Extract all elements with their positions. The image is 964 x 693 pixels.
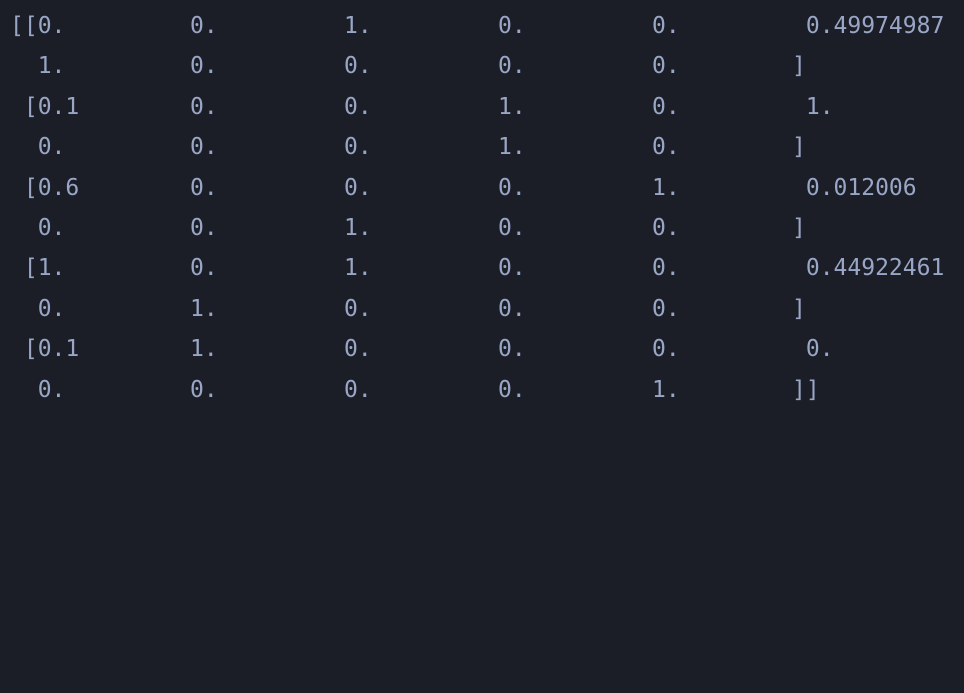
- output-cell: 1.: [652, 174, 680, 201]
- output-cell: 0.: [344, 53, 372, 80]
- output-cell: 0.: [498, 53, 526, 80]
- output-cell: [0.6: [10, 174, 80, 201]
- output-cell: 1.: [344, 13, 372, 39]
- output-cell: ]: [792, 214, 806, 241]
- output-cell: 0.: [652, 13, 680, 39]
- output-cell: 0.: [10, 295, 66, 322]
- output-cell: 1.: [190, 336, 218, 363]
- output-cell: 0.: [190, 214, 218, 241]
- output-line: [1. 0. 1. 0. 0. 0.44922461: [10, 248, 960, 288]
- output-cell: 0.: [344, 134, 372, 161]
- output-cell: 1.: [498, 93, 526, 120]
- output-cell: 1.: [344, 255, 372, 282]
- output-line: 0. 0. 0. 0. 1. ]]: [10, 370, 960, 410]
- output-line: [[0. 0. 1. 0. 0. 0.49974987: [10, 6, 960, 46]
- output-cell: 1.: [792, 93, 834, 120]
- output-cell: 0.: [652, 255, 680, 282]
- output-cell: 0.: [190, 134, 218, 161]
- output-cell: 0.: [652, 93, 680, 120]
- output-cell: 0.: [652, 295, 680, 322]
- output-cell: 0.44922461: [792, 255, 945, 282]
- output-cell: 0.: [652, 53, 680, 80]
- output-cell: ]: [792, 295, 806, 322]
- output-cell: 0.: [190, 53, 218, 80]
- output-cell: 0.: [652, 336, 680, 363]
- output-cell: ]]: [792, 376, 820, 403]
- output-line: [0.1 1. 0. 0. 0. 0.: [10, 329, 960, 369]
- output-cell: [[0.: [10, 13, 66, 39]
- output-cell: 1.: [498, 134, 526, 161]
- output-line: 0. 0. 0. 1. 0. ]: [10, 127, 960, 167]
- output-line: [0.6 0. 0. 0. 1. 0.012006: [10, 168, 960, 208]
- output-cell: 0.: [344, 336, 372, 363]
- output-cell: 1.: [190, 295, 218, 322]
- output-cell: 0.: [344, 174, 372, 201]
- output-cell: ]: [792, 53, 806, 80]
- output-cell: 0.: [652, 134, 680, 161]
- output-cell: 1.: [652, 376, 680, 403]
- output-cell: 0.: [344, 295, 372, 322]
- output-cell: 0.: [10, 134, 66, 161]
- output-cell: [1.: [10, 255, 66, 282]
- output-cell: 0.49974987: [792, 13, 945, 39]
- output-cell: 1.: [10, 53, 66, 80]
- output-cell: 0.: [498, 214, 526, 241]
- output-cell: 0.: [792, 336, 834, 363]
- output-cell: [0.1: [10, 93, 80, 120]
- output-cell: 0.: [344, 376, 372, 403]
- output-cell: 1.: [344, 214, 372, 241]
- output-cell: 0.: [190, 174, 218, 201]
- output-cell: ]: [792, 134, 806, 161]
- output-line: 0. 1. 0. 0. 0. ]: [10, 289, 960, 329]
- output-cell: 0.: [652, 214, 680, 241]
- output-cell: 0.: [190, 376, 218, 403]
- output-cell: 0.: [344, 93, 372, 120]
- output-line: [0.1 0. 0. 1. 0. 1.: [10, 87, 960, 127]
- output-cell: 0.: [10, 214, 66, 241]
- output-cell: [0.1: [10, 336, 80, 363]
- output-cell: 0.: [498, 13, 526, 39]
- output-cell: 0.: [190, 255, 218, 282]
- output-line: 0. 0. 1. 0. 0. ]: [10, 208, 960, 248]
- output-cell: 0.012006: [792, 174, 917, 201]
- output-cell: 0.: [498, 295, 526, 322]
- output-cell: 0.: [498, 174, 526, 201]
- terminal-output: [[0. 0. 1. 0. 0. 0.49974987 1. 0. 0. 0. …: [10, 6, 960, 410]
- output-cell: 0.: [498, 376, 526, 403]
- output-cell: 0.: [190, 93, 218, 120]
- output-cell: 0.: [10, 376, 66, 403]
- output-cell: 0.: [498, 336, 526, 363]
- output-cell: 0.: [498, 255, 526, 282]
- output-line: 1. 0. 0. 0. 0. ]: [10, 46, 960, 86]
- output-cell: 0.: [190, 13, 218, 39]
